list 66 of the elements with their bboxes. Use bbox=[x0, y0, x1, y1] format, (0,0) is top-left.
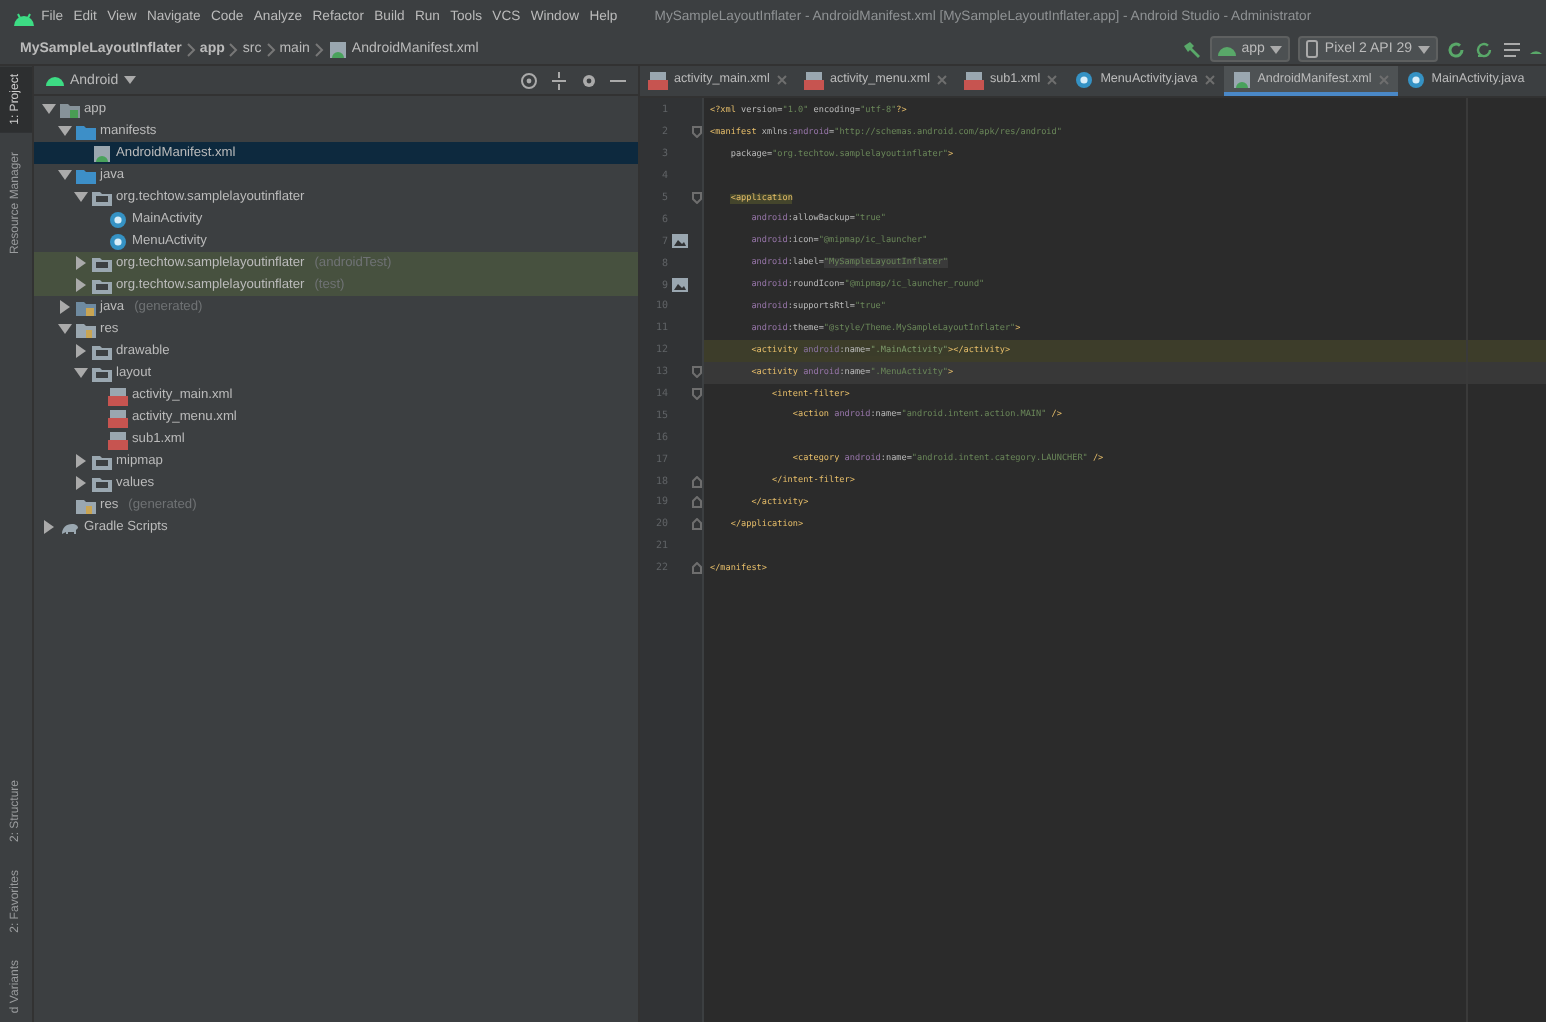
layout-file-icon bbox=[803, 69, 824, 89]
manifest-file-icon bbox=[92, 143, 112, 163]
expand-arrow-icon[interactable] bbox=[74, 278, 88, 292]
folder-icon bbox=[76, 319, 96, 339]
fold-marker-icon[interactable] bbox=[691, 518, 701, 531]
layout-file-icon bbox=[108, 407, 128, 427]
expand-arrow-icon[interactable] bbox=[58, 124, 72, 138]
fold-marker-icon[interactable] bbox=[691, 562, 701, 575]
caret-icon bbox=[124, 76, 137, 84]
refresh-icon[interactable] bbox=[1474, 39, 1494, 59]
folder-icon bbox=[92, 451, 112, 471]
folder-icon bbox=[92, 341, 112, 361]
list-icon[interactable] bbox=[1502, 39, 1522, 59]
fold-marker-icon[interactable] bbox=[691, 496, 701, 509]
folder-icon bbox=[92, 275, 112, 295]
manifest-file-icon bbox=[1231, 69, 1252, 89]
expand-arrow-icon[interactable] bbox=[74, 454, 88, 468]
refresh-icon[interactable] bbox=[1446, 39, 1466, 59]
collapse-icon[interactable] bbox=[550, 71, 568, 89]
hammer-icon[interactable] bbox=[1181, 39, 1202, 59]
expand-arrow-icon[interactable] bbox=[74, 256, 88, 270]
folder-icon bbox=[92, 253, 112, 273]
expand-arrow-icon[interactable] bbox=[74, 366, 88, 380]
folder-icon bbox=[92, 363, 112, 383]
class-icon bbox=[1405, 69, 1426, 89]
expand-arrow-icon[interactable] bbox=[74, 476, 88, 490]
android-icon bbox=[46, 74, 64, 86]
expand-arrow-icon[interactable] bbox=[74, 344, 88, 358]
fold-marker-icon[interactable] bbox=[691, 366, 701, 379]
chevron-icon bbox=[265, 41, 276, 57]
layout-file-icon bbox=[963, 69, 984, 89]
expand-arrow-icon[interactable] bbox=[58, 322, 72, 336]
image-icon bbox=[671, 234, 687, 249]
phone-icon bbox=[1306, 40, 1319, 58]
layout-file-icon bbox=[108, 385, 128, 405]
module-folder-icon bbox=[60, 99, 80, 119]
fold-marker-icon[interactable] bbox=[691, 475, 701, 488]
close-icon[interactable] bbox=[1203, 73, 1216, 85]
folder-icon bbox=[92, 473, 112, 493]
image-icon bbox=[671, 278, 687, 293]
expand-arrow-icon[interactable] bbox=[74, 190, 88, 204]
class-icon bbox=[1074, 69, 1095, 89]
caret-icon bbox=[1418, 45, 1430, 53]
android-icon bbox=[1217, 43, 1236, 55]
expand-arrow-icon[interactable] bbox=[42, 102, 56, 116]
folder-icon bbox=[76, 297, 96, 317]
target-icon[interactable] bbox=[520, 71, 538, 89]
expand-arrow-icon[interactable] bbox=[58, 168, 72, 182]
chevron-icon bbox=[228, 41, 239, 57]
expand-arrow-icon[interactable] bbox=[58, 300, 72, 314]
chevron-icon bbox=[185, 41, 196, 57]
layout-file-icon bbox=[648, 69, 668, 89]
fold-marker-icon[interactable] bbox=[691, 192, 701, 204]
close-icon[interactable] bbox=[935, 73, 948, 85]
fold-marker-icon[interactable] bbox=[691, 126, 701, 139]
settings-icon[interactable] bbox=[580, 71, 598, 89]
layout-file-icon bbox=[108, 429, 128, 449]
manifest-file-icon bbox=[327, 39, 348, 59]
fold-marker-icon[interactable] bbox=[691, 388, 701, 401]
folder-icon bbox=[76, 495, 96, 515]
caret-icon bbox=[1270, 45, 1283, 53]
chevron-icon bbox=[313, 41, 324, 57]
expand-arrow-icon[interactable] bbox=[42, 520, 56, 534]
folder-icon bbox=[92, 187, 112, 207]
close-icon[interactable] bbox=[1046, 73, 1059, 85]
close-icon[interactable] bbox=[775, 73, 788, 85]
